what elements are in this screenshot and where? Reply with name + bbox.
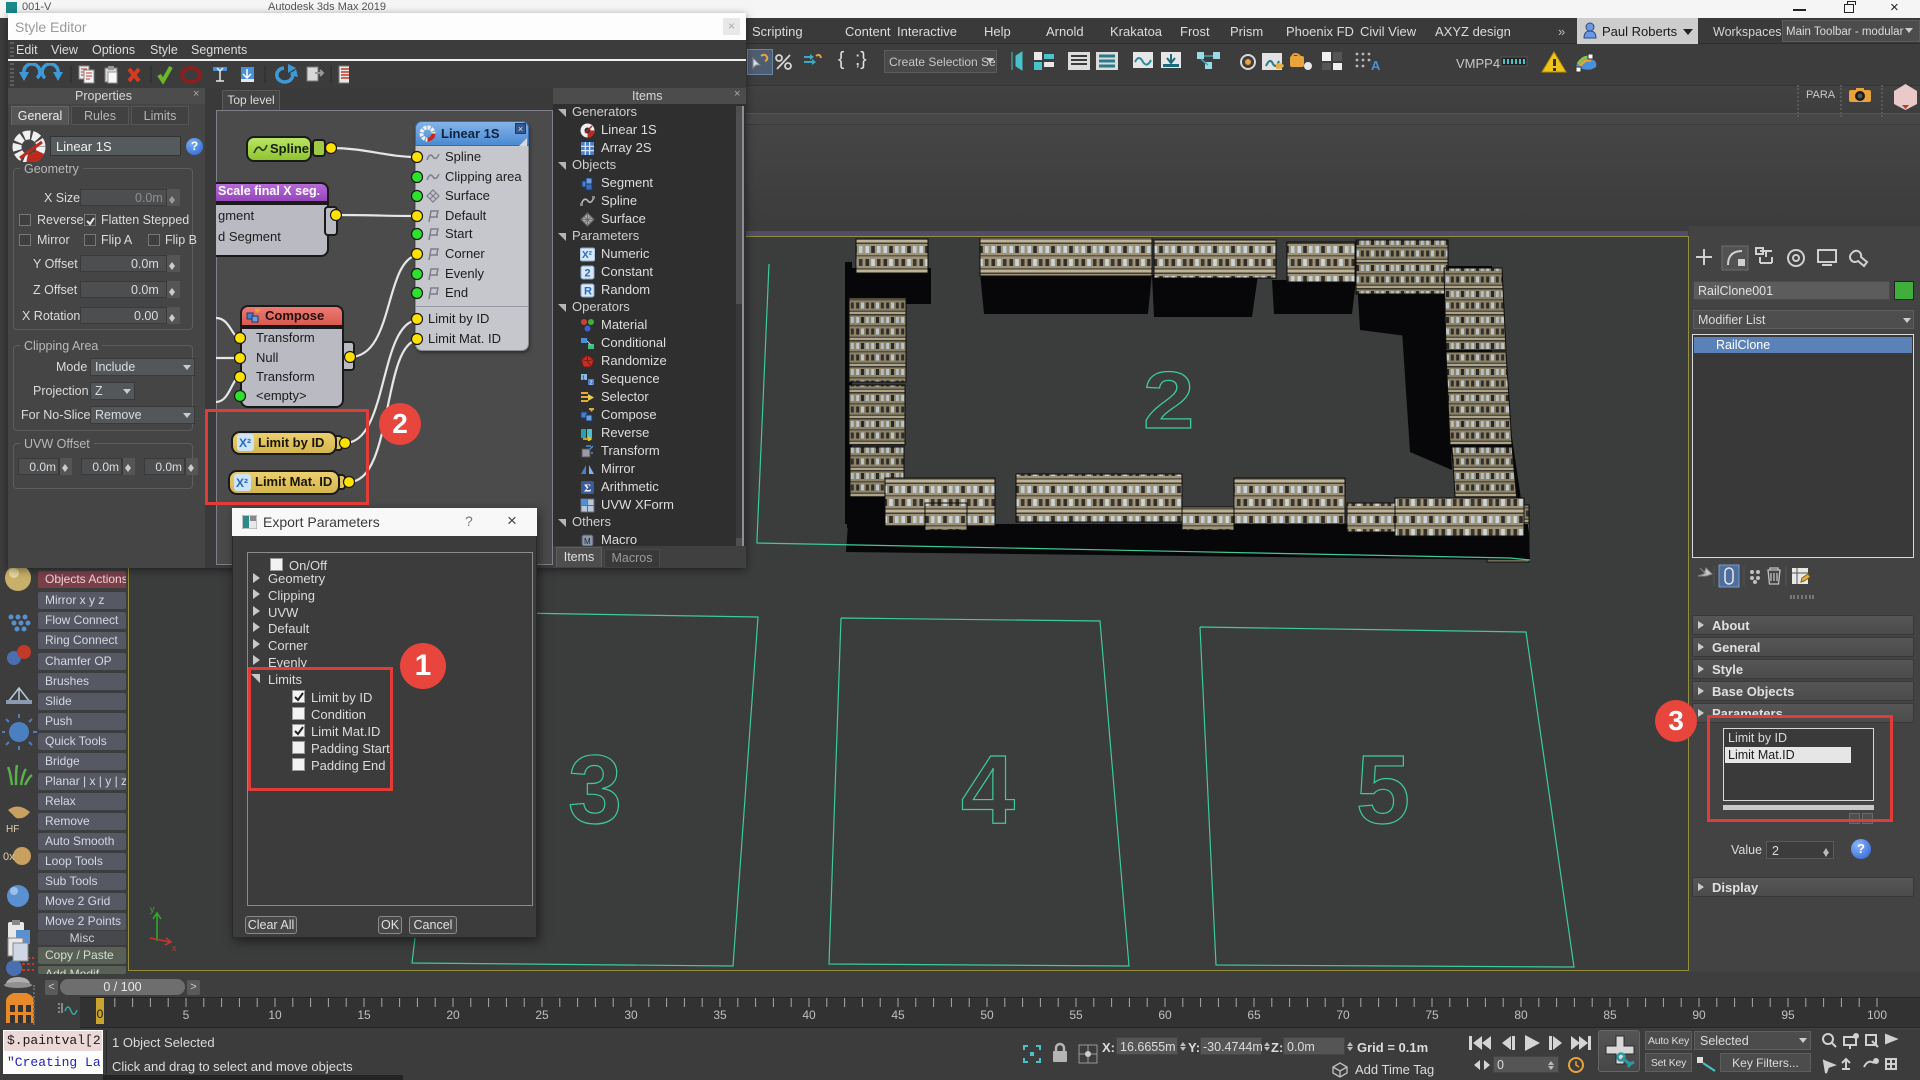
svg-text:70: 70 <box>1336 1008 1350 1022</box>
svg-text:35: 35 <box>713 1008 727 1022</box>
svg-text:30: 30 <box>624 1008 638 1022</box>
svg-text:M: M <box>584 537 591 546</box>
svg-text:75: 75 <box>1425 1008 1439 1022</box>
svg-text:25: 25 <box>535 1008 549 1022</box>
svg-text:90: 90 <box>1692 1008 1706 1022</box>
svg-text:45: 45 <box>891 1008 905 1022</box>
svg-text:2: 2 <box>590 381 593 387</box>
svg-text:X²: X² <box>582 250 593 261</box>
svg-text:HF: HF <box>6 824 19 835</box>
svg-text:55: 55 <box>1069 1008 1083 1022</box>
svg-text:20: 20 <box>446 1008 460 1022</box>
svg-text:R: R <box>584 286 592 298</box>
svg-text:65: 65 <box>1247 1008 1261 1022</box>
svg-text:y: y <box>150 904 155 914</box>
svg-text:60: 60 <box>1158 1008 1172 1022</box>
svg-text:x: x <box>172 943 177 953</box>
svg-text:100: 100 <box>1867 1008 1887 1022</box>
svg-text:95: 95 <box>1781 1008 1795 1022</box>
svg-text:0x: 0x <box>3 851 15 863</box>
svg-text:2: 2 <box>585 268 591 280</box>
svg-text:Σ: Σ <box>584 483 591 495</box>
svg-text:A: A <box>1371 58 1381 72</box>
svg-text:15: 15 <box>357 1008 371 1022</box>
svg-text:4: 4 <box>961 735 1015 844</box>
svg-text:85: 85 <box>1603 1008 1617 1022</box>
svg-text:5: 5 <box>183 1008 190 1022</box>
svg-text:40: 40 <box>802 1008 816 1022</box>
svg-text:2: 2 <box>1143 355 1194 445</box>
svg-text:80: 80 <box>1514 1008 1528 1022</box>
svg-text:3: 3 <box>568 735 622 844</box>
svg-text:10: 10 <box>268 1008 282 1022</box>
svg-text:1: 1 <box>582 376 585 382</box>
svg-text:5: 5 <box>1356 735 1410 844</box>
svg-text:0: 0 <box>97 1007 104 1021</box>
svg-text:50: 50 <box>980 1008 994 1022</box>
